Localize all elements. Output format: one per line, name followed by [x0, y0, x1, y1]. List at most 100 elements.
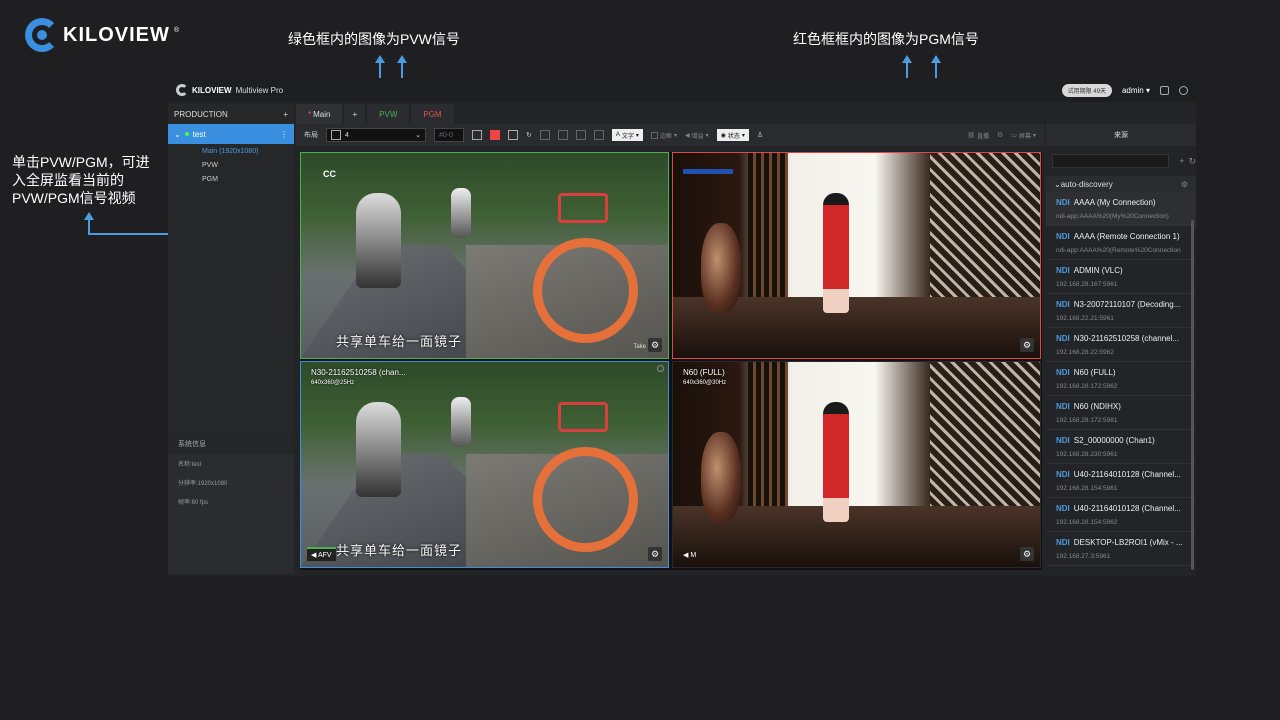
sub-item-pgm[interactable]: PGM	[168, 172, 294, 186]
cell-source-title: N30-21162510258 (chan...	[311, 368, 406, 377]
source-item[interactable]: NDI N30-21162510258 (channel... 192.168.28…	[1046, 328, 1196, 362]
add-source-icon[interactable]: +	[1179, 156, 1184, 166]
speaker-icon: ◀	[311, 552, 318, 559]
production-name: test	[192, 129, 206, 139]
source-item[interactable]: NDI AAAA (Remote Connection 1) ndi-app:AAA…	[1046, 226, 1196, 260]
sub-item-pvw[interactable]: PVW	[168, 158, 294, 172]
ndi-tag: NDI	[1056, 300, 1070, 309]
source-item[interactable]: NDI ADMIN (VLC) 192.168.28.167:5961	[1046, 260, 1196, 294]
folder-settings-icon[interactable]: ⚙	[1181, 180, 1188, 189]
tab-main[interactable]: * Main	[296, 104, 343, 124]
source-name: NDI ADMIN (VLC)	[1056, 266, 1186, 275]
live-button[interactable]: ⛓ 直播	[967, 131, 989, 140]
layout-c-icon[interactable]	[575, 130, 586, 140]
afv-button[interactable]: ◀ AFV	[307, 547, 336, 561]
refresh-icon[interactable]: ↻	[526, 131, 532, 139]
source-name: NDI N60 (NDIHX)	[1056, 402, 1186, 411]
screen-button[interactable]: ▭ 屏幕 ▾	[1011, 131, 1036, 140]
cell-settings-icon[interactable]: ⚙	[648, 338, 662, 352]
source-name-text: N60 (NDIHX)	[1073, 402, 1121, 411]
layout-a-icon[interactable]	[539, 130, 550, 140]
border-button[interactable]: 边框 ▾	[650, 131, 677, 140]
sub-item-main[interactable]: Main (1920x1080)	[168, 144, 294, 158]
source-item[interactable]: NDI S2_00000000 (Chan1) 192.168.28.230:596…	[1046, 430, 1196, 464]
source-name-text: DESKTOP-LB2ROI1 (vMix - ...	[1073, 538, 1183, 547]
add-production-button[interactable]: +	[283, 110, 288, 119]
source-item[interactable]: NDI DESKTOP-LB2ROI1 (vMix - ... 192.168.27…	[1046, 532, 1196, 566]
monitor-icon: ▭	[1011, 132, 1017, 139]
source-cell-n60[interactable]: N60 (FULL) 640x360@30Hz ◀ M ⚙	[672, 361, 1041, 568]
toolbar: 布局 4 ⌄ #0-0 ↻ A 文字 ▾ 边框 ▾ ◀ 增益 ▾ ◉ 状态 ▾ ♙ ⛓ 直播 ⚙ …	[296, 124, 1044, 146]
trial-badge[interactable]: 试用期限 49天	[1061, 83, 1112, 97]
video-lattice-left	[748, 362, 788, 506]
system-info-name: 名称:test	[178, 462, 202, 468]
save-as-icon[interactable]	[508, 130, 518, 140]
production-item-test[interactable]: ⌄ test ⋮	[168, 124, 294, 144]
cell-settings-icon[interactable]: ⚙	[648, 547, 662, 561]
text-t-icon[interactable]	[593, 130, 604, 140]
kiloview-logo-icon	[25, 18, 59, 52]
eye-icon: ◉	[720, 132, 726, 139]
video-lady	[823, 402, 849, 522]
pgm-cell[interactable]: ⚙	[672, 152, 1041, 359]
source-item[interactable]: NDI U40-21164010128 (Channel... 192.168.28…	[1046, 498, 1196, 532]
source-list-scrollbar[interactable]	[1191, 220, 1194, 570]
source-folder[interactable]: ⌄ auto-discovery ⚙	[1046, 176, 1196, 192]
source-name: NDI AAAA (Remote Connection 1)	[1056, 232, 1186, 241]
tab-pgm[interactable]: PGM	[411, 104, 454, 124]
status-dot-icon	[184, 132, 189, 136]
clear-icon[interactable]: ♙	[757, 131, 763, 139]
top-bar: KILOVIEW Multiview Pro 试用期限 49天 admin ▾	[168, 78, 1196, 102]
layout-b-icon[interactable]	[557, 130, 568, 140]
layout-select[interactable]: 4 ⌄	[326, 128, 426, 142]
add-tab-button[interactable]: +	[344, 104, 366, 124]
cell-source-resolution: 640x360@25Hz	[311, 380, 355, 386]
source-item[interactable]: NDI N3-20072110107 (Decoding... 192.168.22…	[1046, 294, 1196, 328]
video-caption: 共享单车给一面镜子	[336, 543, 463, 558]
ndi-tag: NDI	[1056, 266, 1070, 275]
info-icon[interactable]	[1179, 85, 1188, 95]
tab-pvw[interactable]: PVW	[367, 104, 410, 124]
take-label[interactable]: Take	[633, 344, 646, 350]
text-button[interactable]: A 文字 ▾	[611, 129, 643, 141]
chevron-down-icon[interactable]: ⌄	[174, 130, 181, 139]
video-caption: 共享单车给一面镜子	[336, 334, 463, 349]
kiloview-logo: KILOVIEW ®	[25, 18, 179, 52]
save-icon[interactable]	[490, 130, 500, 140]
ndi-tag: NDI	[1056, 436, 1070, 445]
source-item[interactable]: NDI N60 (NDIHX) 192.168.28.172:5981	[1046, 396, 1196, 430]
source-cell-n30[interactable]: 共享单车给一面镜子 N30-21162510258 (chan... 640x3…	[300, 361, 669, 568]
production-menu-icon[interactable]: ⋮	[280, 130, 288, 139]
ndi-tag: NDI	[1056, 402, 1070, 411]
status-button[interactable]: ◉ 状态 ▾	[716, 129, 749, 141]
source-search-input[interactable]	[1052, 154, 1170, 168]
source-name: NDI N60 (FULL)	[1056, 368, 1186, 377]
video-rider	[356, 193, 401, 288]
hall-video-frame	[673, 362, 1040, 567]
source-name: NDI N3-20072110107 (Decoding...	[1056, 300, 1186, 309]
pvw-cell[interactable]: CC 共享单车给一面镜子 Take ⚙	[300, 152, 669, 359]
grid-view-icon[interactable]	[472, 130, 482, 140]
source-name: NDI U40-21164010128 (Channel...	[1056, 504, 1186, 513]
ndi-tag: NDI	[1056, 232, 1070, 241]
source-name: NDI S2_00000000 (Chan1)	[1056, 436, 1186, 445]
cell-source-resolution: 640x360@30Hz	[683, 380, 727, 386]
cell-settings-icon[interactable]: ⚙	[1020, 338, 1034, 352]
source-name: NDI DESKTOP-LB2ROI1 (vMix - ...	[1056, 538, 1186, 547]
layout-grid-icon	[331, 130, 341, 140]
docs-icon[interactable]	[1160, 85, 1169, 95]
left-panel: PRODUCTION + ⌄ test ⋮ Main (1920x1080) P…	[168, 104, 294, 574]
source-item[interactable]: NDI U40-21164010128 (Channel... 192.168.28…	[1046, 464, 1196, 498]
audio-button[interactable]: ◀ M	[683, 551, 696, 559]
volume-button[interactable]: ◀ 增益 ▾	[685, 131, 709, 140]
refresh-sources-icon[interactable]: ↻	[1188, 156, 1196, 167]
source-item[interactable]: NDI N60 (FULL) 192.168.28.172:5962	[1046, 362, 1196, 396]
cell-settings-icon[interactable]: ⚙	[1020, 547, 1034, 561]
ndi-tag: NDI	[1056, 368, 1070, 377]
preset-select[interactable]: #0-0	[434, 128, 464, 142]
source-address: 192.168.22.21:5961	[1056, 315, 1114, 322]
source-item[interactable]: NDI AAAA (My Connection) ndi-app:AAAA%20(M…	[1046, 192, 1196, 226]
settings-gear-icon[interactable]: ⚙	[997, 131, 1003, 139]
click-annotation-line-1: 单击PVW/PGM，可进	[12, 154, 150, 170]
user-menu[interactable]: admin ▾	[1122, 86, 1150, 95]
